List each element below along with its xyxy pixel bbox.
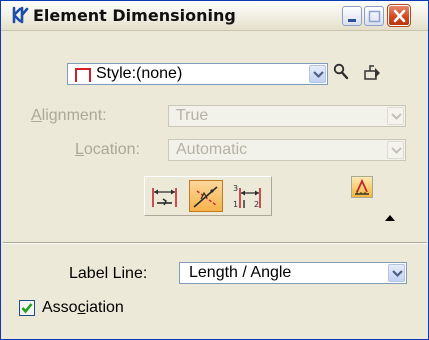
label-line-select[interactable]: Length / Angle <box>179 262 407 284</box>
dimension-settings-button[interactable] <box>351 176 373 198</box>
location-value: Automatic <box>176 141 248 158</box>
minimize-icon <box>348 19 356 22</box>
maximize-icon <box>368 10 381 23</box>
svg-text:2: 2 <box>254 200 259 209</box>
label-line-dropdown-arrow[interactable] <box>388 264 405 282</box>
dimension-angle-icon <box>193 186 218 208</box>
dimension-settings-icon <box>355 178 369 195</box>
alignment-dropdown-arrow[interactable] <box>387 107 404 125</box>
chevron-down-icon <box>313 71 324 79</box>
alignment-label: Alignment: <box>31 107 107 124</box>
title-bar[interactable]: Element Dimensioning <box>1 1 428 31</box>
association-checkbox[interactable] <box>19 300 35 316</box>
dimension-style-icon <box>75 68 91 82</box>
window-title: Element Dimensioning <box>33 6 236 25</box>
tool-dimension-angle[interactable] <box>189 180 223 212</box>
dimension-tool-icon <box>12 6 29 24</box>
tool-dimension-size-arrow[interactable] <box>148 180 182 212</box>
dimension-ordinate-icon: 3 1 2 <box>233 184 261 209</box>
location-dropdown-arrow[interactable] <box>387 141 404 159</box>
close-button[interactable] <box>387 4 411 27</box>
dimension-style-value: Style:(none) <box>96 65 183 82</box>
maximize-button[interactable] <box>364 6 384 26</box>
dimension-tool-group: 3 1 2 <box>144 176 272 216</box>
chevron-down-icon <box>391 113 402 120</box>
style-manager-icon[interactable] <box>363 62 383 84</box>
dimension-size-arrow-icon <box>152 188 177 207</box>
minimize-button[interactable] <box>342 6 362 26</box>
tool-dimension-ordinate[interactable]: 3 1 2 <box>231 180 265 212</box>
checkmark-icon <box>21 303 33 314</box>
dimension-style-select[interactable]: Style:(none) <box>67 63 328 85</box>
alignment-value: True <box>176 107 209 124</box>
section-divider <box>3 242 427 244</box>
element-dimensioning-window: Element Dimensioning Style:(none) Alignm… <box>0 0 429 340</box>
association-label[interactable]: Association <box>42 299 124 317</box>
svg-text:3: 3 <box>233 184 238 193</box>
chevron-down-icon <box>392 270 403 278</box>
triangle-up-icon[interactable] <box>384 213 396 223</box>
location-select[interactable]: Automatic <box>168 139 406 161</box>
svg-text:1: 1 <box>233 200 238 209</box>
chevron-down-icon <box>391 147 402 154</box>
magnifier-icon[interactable] <box>332 62 350 82</box>
close-icon <box>393 9 406 23</box>
label-line-label: Label Line: <box>69 265 148 282</box>
label-line-value: Length / Angle <box>189 264 292 281</box>
dimension-style-dropdown-arrow[interactable] <box>309 65 326 83</box>
alignment-select[interactable]: True <box>168 105 406 127</box>
location-label: Location: <box>75 141 140 158</box>
